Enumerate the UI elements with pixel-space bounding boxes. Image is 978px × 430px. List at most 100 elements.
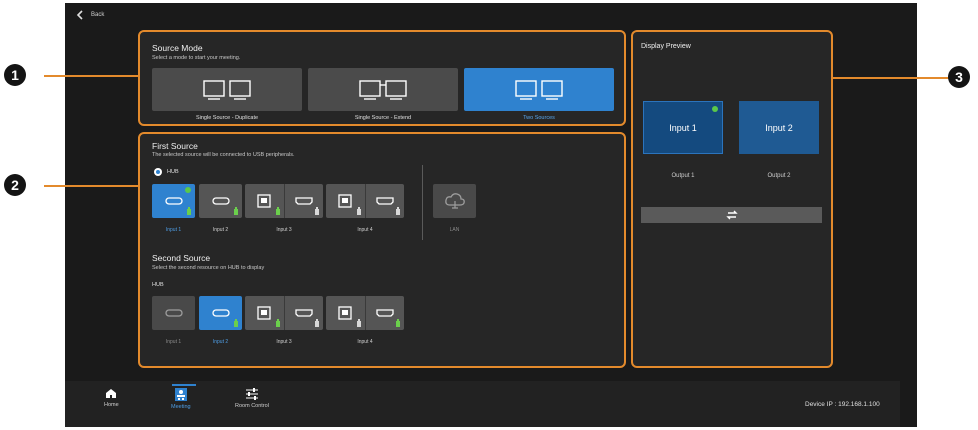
- lan-label: LAN: [449, 227, 460, 233]
- first-input-1[interactable]: [152, 184, 195, 218]
- plug-icon: [275, 207, 280, 215]
- swap-outputs-button[interactable]: [641, 207, 822, 223]
- plug-icon: [315, 207, 319, 215]
- output-1-preview[interactable]: Input 1: [643, 101, 723, 154]
- output-2-source: Input 2: [765, 122, 793, 133]
- lan-source[interactable]: [433, 184, 476, 218]
- dual-monitor-icon: [203, 79, 251, 100]
- cloud-icon: [444, 193, 465, 209]
- active-status-dot: [185, 187, 191, 193]
- callout-2: 2: [4, 174, 26, 196]
- mode-extend-label: Single Source - Extend: [354, 115, 412, 121]
- output-1-label: Output 1: [671, 173, 695, 179]
- first-input-2[interactable]: [199, 184, 242, 218]
- nav-home-label: Home: [104, 402, 119, 408]
- usb-b-port: [245, 184, 284, 218]
- back-label: Back: [91, 12, 105, 18]
- usb-c-icon: [164, 197, 183, 205]
- source-mode-title: Source Mode: [152, 43, 203, 53]
- callout-1: 1: [4, 64, 26, 86]
- section-divider: [422, 165, 423, 240]
- hdmi-icon: [376, 197, 394, 205]
- output-2-preview[interactable]: Input 2: [739, 101, 819, 154]
- two-sources-monitor-icon: [515, 79, 563, 100]
- hdmi-port: [283, 296, 324, 330]
- extended-monitor-icon: [359, 79, 407, 100]
- back-button[interactable]: Back: [76, 10, 104, 20]
- second-input-3-label: Input 3: [276, 339, 292, 345]
- hdmi-port: [283, 184, 324, 218]
- callout-line-2: [44, 185, 139, 187]
- usb-b-icon: [338, 194, 352, 208]
- nav-meeting-label: Meeting: [171, 404, 191, 410]
- plug-icon: [396, 319, 400, 327]
- first-input-1-label: Input 1: [165, 227, 182, 233]
- second-input-1: [152, 296, 195, 330]
- first-input-2-label: Input 2: [212, 227, 229, 233]
- nav-room-control[interactable]: Room Control: [235, 388, 269, 409]
- usb-b-icon: [257, 306, 271, 320]
- second-source-subtitle: Select the second resource on HUB to dis…: [152, 265, 265, 271]
- second-input-1-label: Input 1: [165, 339, 182, 345]
- usb-c-icon: [211, 197, 230, 205]
- plug-icon: [234, 207, 238, 215]
- plug-icon: [187, 207, 191, 215]
- second-input-3[interactable]: [245, 296, 323, 330]
- first-source-title: First Source: [152, 141, 198, 151]
- second-input-4[interactable]: [326, 296, 404, 330]
- device-ip: Device IP : 192.168.1.100: [805, 401, 880, 408]
- second-input-4-label: Input 4: [357, 339, 373, 345]
- output-1-source: Input 1: [669, 122, 697, 133]
- hdmi-icon: [295, 197, 313, 205]
- hub-label: HUB: [167, 169, 179, 175]
- usb-b-icon: [257, 194, 271, 208]
- active-status-dot: [712, 106, 718, 112]
- usb-b-port: [245, 296, 284, 330]
- radio-selected-icon: [154, 168, 162, 176]
- hdmi-port: [364, 184, 405, 218]
- mode-duplicate-label: Single Source - Duplicate: [195, 115, 259, 121]
- mode-duplicate-button[interactable]: [152, 68, 302, 111]
- plug-icon: [315, 319, 319, 327]
- plug-icon: [234, 319, 238, 327]
- first-input-4[interactable]: [326, 184, 404, 218]
- sliders-icon: [245, 388, 258, 400]
- hdmi-port: [364, 296, 405, 330]
- callout-line-1: [44, 75, 139, 77]
- source-mode-subtitle: Select a mode to start your meeting.: [152, 55, 241, 61]
- callout-line-3: [833, 77, 951, 79]
- plug-icon: [356, 207, 361, 215]
- hub-radio[interactable]: HUB: [154, 168, 179, 176]
- first-input-3[interactable]: [245, 184, 323, 218]
- hdmi-icon: [376, 309, 394, 317]
- mode-extend-button[interactable]: [308, 68, 458, 111]
- first-source-subtitle: The selected source will be connected to…: [152, 152, 295, 158]
- chevron-left-icon: [76, 10, 83, 20]
- mode-two-sources-button[interactable]: [464, 68, 614, 111]
- second-input-2-label: Input 2: [212, 339, 229, 345]
- display-preview-title: Display Preview: [641, 43, 691, 50]
- second-input-2[interactable]: [199, 296, 242, 330]
- mode-two-sources-label: Two Sources: [523, 115, 555, 121]
- first-input-3-label: Input 3: [276, 227, 292, 233]
- nav-home[interactable]: Home: [104, 388, 119, 408]
- display-preview-panel: [631, 30, 833, 368]
- second-hub-label: HUB: [152, 282, 164, 288]
- usb-c-icon: [211, 309, 230, 317]
- plug-icon: [356, 319, 361, 327]
- home-icon: [106, 389, 117, 398]
- source-select-panel: [138, 132, 626, 368]
- nav-room-control-label: Room Control: [235, 403, 269, 409]
- meeting-icon: [174, 388, 187, 401]
- usb-b-icon: [338, 306, 352, 320]
- callout-3: 3: [948, 66, 970, 88]
- plug-icon: [275, 319, 280, 327]
- hdmi-icon: [295, 309, 313, 317]
- first-input-4-label: Input 4: [357, 227, 373, 233]
- output-2-label: Output 2: [767, 173, 791, 179]
- nav-active-indicator: [172, 384, 196, 386]
- nav-meeting[interactable]: Meeting: [171, 388, 191, 410]
- usb-b-port: [326, 184, 365, 218]
- plug-icon: [396, 207, 400, 215]
- swap-icon: [725, 210, 738, 220]
